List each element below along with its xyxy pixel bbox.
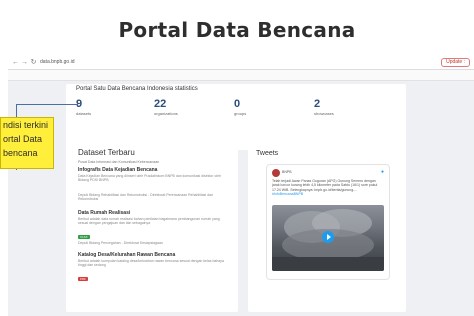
callout-line-2: ortal Data [3, 134, 43, 144]
bookmark-label: Update SIPD kdu... [394, 79, 428, 80]
dataset-card: Dataset Terbaru Pusat Data Informasi dan… [66, 136, 238, 312]
bookmark-favicon-icon [60, 79, 65, 80]
dataset-section-title: Dataset Terbaru [78, 148, 135, 157]
stat-value: 2 [314, 98, 321, 110]
bookmark-item[interactable]: Update SIPD kdu... [387, 79, 428, 80]
dataset-group-heading: Deputi Bidang Pencegahan - Direktorat Ke… [78, 240, 230, 245]
forward-icon[interactable]: → [20, 58, 29, 67]
dataset-section-subtitle: Pusat Data Informasi dan Komunikasi Kebe… [78, 160, 160, 164]
tweet-embed[interactable]: BNPB ● Telah terjadi Awan Panas Guguran … [266, 164, 390, 280]
stat-datasets[interactable]: 9 datasets [76, 98, 91, 116]
dataset-name[interactable]: Infografis Data Kejadian Bencana [78, 167, 230, 173]
stat-organizations[interactable]: 22 organizations [154, 98, 178, 116]
bookmark-item[interactable]: LPSdys Global Uni... [156, 79, 200, 80]
dataset-desc: Berikut adalah data rumah realisasi baha… [78, 217, 220, 225]
bookmark-item[interactable]: instagram.go.id - Pe... [291, 79, 337, 80]
tweet-handle[interactable]: BNPB [282, 170, 292, 174]
dataset-name[interactable]: Katalog Desa/Kelurahan Rawan Bencana [78, 252, 230, 258]
avatar[interactable] [272, 169, 280, 177]
bookmark-label: LPSdys Global Uni... [163, 79, 200, 80]
bookmark-item[interactable]: Urdu Kebijakan ... [203, 79, 242, 80]
stat-label: organizations [154, 111, 178, 116]
bookmark-favicon-icon [106, 79, 111, 80]
tweet-hashtag[interactable]: #InfoBencanaBNPB [272, 192, 303, 196]
twitter-bird-icon[interactable]: ● [381, 169, 384, 175]
stats-title: Portal Satu Data Bencana Indonesia stati… [76, 86, 198, 92]
dataset-item[interactable]: Data Rumah Realisasi Berikut adalah data… [78, 210, 230, 243]
format-badge-xlsx: XLSX [78, 235, 90, 239]
bookmark-favicon-icon [387, 79, 392, 80]
url-field[interactable]: data.bnpb.go.id [40, 59, 74, 65]
update-button[interactable]: Update : [441, 58, 470, 67]
callout-line-1: ndisi terkini [3, 120, 49, 130]
reload-icon[interactable]: ↻ [29, 58, 38, 67]
bookmark-label: Daftar Daftar Lindu... [347, 79, 384, 80]
dataset-item[interactable]: Katalog Desa/Kelurahan Rawan Bencana Ber… [78, 252, 230, 285]
dataset-org: Deputi Bidang Rehabilitasi dan Rekonstru… [78, 193, 214, 201]
bookmark-label: Untuk mengetahui... [67, 79, 103, 80]
bookmark-item[interactable]: Daftar Daftar Lindu... [340, 79, 384, 80]
dataset-org: Deputi Bidang Pencegahan - Direktorat Ke… [78, 241, 163, 245]
tweets-card: Tweets BNPB ● Telah terjadi Awan Panas G… [248, 136, 406, 312]
stat-groups[interactable]: 0 groups [234, 98, 246, 116]
bookmark-label: instagram.go.id - Pe... [297, 79, 336, 80]
bookmark-item[interactable]: Kasus COVID-19 Ok... [106, 79, 153, 80]
address-bar: ← → ↻ data.bnpb.go.id Update : [8, 56, 474, 70]
callout-line-3: bencana [3, 148, 38, 158]
page-headline: Portal Data Bencana [118, 18, 356, 42]
bookmark-item[interactable]: Drafts Gugus Tugas... [12, 79, 57, 80]
dataset-group-heading: Deputi Bidang Rehabilitasi dan Rekonstru… [78, 192, 230, 201]
tweets-title: Tweets [256, 150, 279, 157]
bookmark-label: Mobile Virus Informasi... [438, 79, 474, 80]
bookmark-item[interactable]: Untuk mengetahui... [60, 79, 103, 80]
bookmark-label: Urdu Kebijakan ... [210, 79, 242, 80]
play-icon[interactable] [322, 231, 334, 243]
tweet-body: Telah terjadi Awan Panas Guguran (APG) G… [272, 179, 378, 192]
callout-connector [16, 104, 78, 105]
dataset-item[interactable]: Infografis Data Kejadian Bencana Data Ke… [78, 167, 230, 182]
tweet-text: Telah terjadi Awan Panas Guguran (APG) G… [272, 179, 382, 196]
bookmark-label: Drafts Gugus Tugas... [18, 79, 57, 80]
bookmark-favicon-icon [291, 79, 296, 80]
bookmark-favicon-icon [431, 79, 436, 80]
bookmark-label: Vidio Berlangsung... [252, 79, 288, 80]
dataset-desc: Data Kejadian Bencana yang diinsert oleh… [78, 174, 222, 182]
bookmark-favicon-icon [340, 79, 345, 80]
stat-value: 22 [154, 98, 167, 110]
bookmark-label: Kasus COVID-19 Ok... [113, 79, 153, 80]
stat-value: 9 [76, 98, 83, 110]
bookmarks-bar: Drafts Gugus Tugas... Untuk mengetahui...… [8, 70, 474, 81]
browser-window: ← → ↻ data.bnpb.go.id Update : Drafts Gu… [8, 56, 474, 316]
bookmark-favicon-icon [203, 79, 208, 80]
bookmark-favicon-icon [12, 79, 16, 80]
dataset-desc: Berikut adalah kumpulan katalog desa/kel… [78, 259, 224, 267]
annotation-callout: ndisi terkini ortal Data bencana [0, 117, 54, 169]
tweet-video-thumbnail[interactable] [272, 205, 384, 271]
stat-label: datasets [76, 111, 92, 116]
dataset-name[interactable]: Data Rumah Realisasi [78, 210, 230, 216]
stat-value: 0 [234, 98, 241, 110]
format-badge-pdf: PDF [78, 277, 88, 281]
stat-label: groups [234, 111, 247, 116]
bookmark-favicon-icon [245, 79, 250, 80]
stat-label: showcases [314, 111, 334, 116]
bookmark-item[interactable]: Mobile Virus Informasi... [431, 79, 474, 80]
bookmark-favicon-icon [156, 79, 161, 80]
back-icon[interactable]: ← [11, 58, 20, 67]
stat-showcases[interactable]: 2 showcases [314, 98, 334, 116]
bookmark-item[interactable]: Vidio Berlangsung... [245, 79, 288, 80]
